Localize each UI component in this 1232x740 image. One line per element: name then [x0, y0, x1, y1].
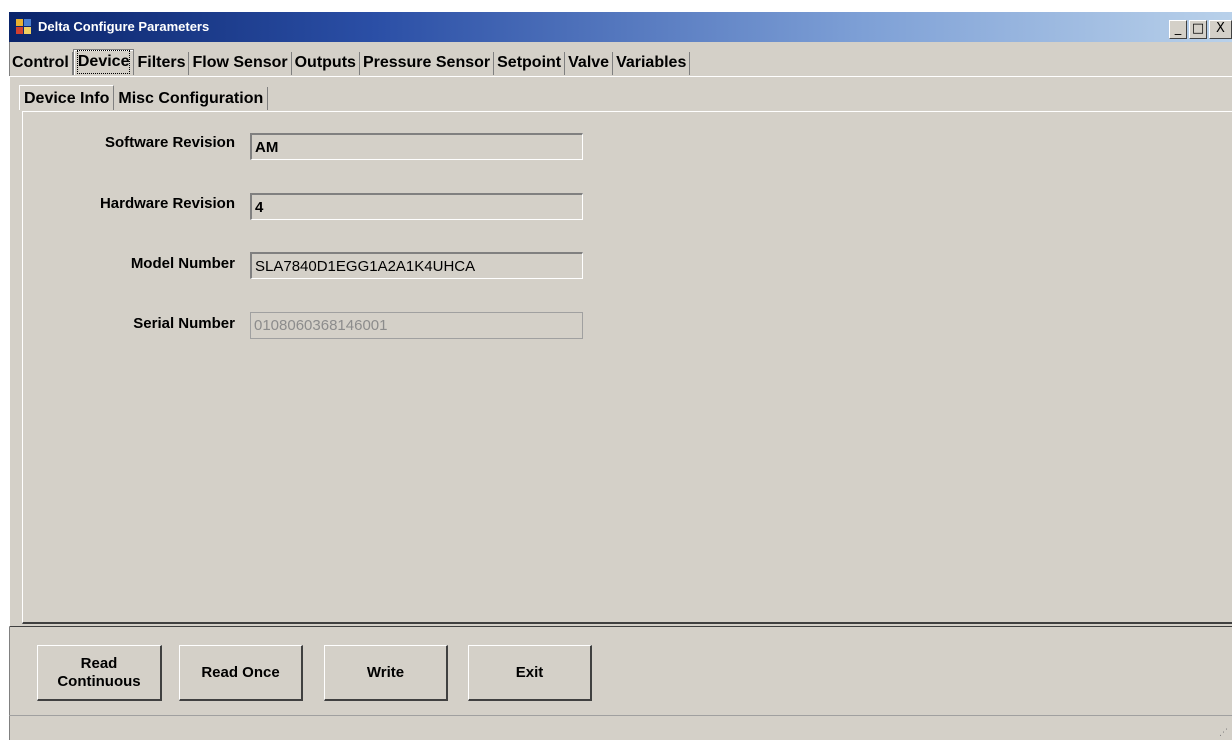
read-continuous-button[interactable]: Read Continuous: [37, 645, 162, 701]
tab-variables-label: Variables: [616, 54, 687, 71]
main-tab-strip: Control Device Filters Flow Sensor Outputs Pr…: [9, 49, 691, 76]
serial-number-field: 0108060368146001: [250, 312, 583, 339]
read-continuous-label-line1: Read: [80, 654, 118, 672]
software-revision-field[interactable]: AM: [250, 133, 583, 160]
minimize-button[interactable]: _: [1169, 20, 1187, 39]
read-once-button[interactable]: Read Once: [179, 645, 303, 701]
hardware-revision-label: Hardware Revision: [99, 195, 235, 212]
tab-device-label: Device: [76, 50, 131, 74]
tab-variables[interactable]: Variables: [613, 52, 691, 75]
tab-valve[interactable]: Valve: [565, 52, 614, 75]
subtab-device-info[interactable]: Device Info: [19, 85, 115, 110]
model-number-field[interactable]: SLA7840D1EGG1A2A1K4UHCA: [250, 252, 583, 279]
device-info-panel: Software Revision AM Hardware Revision 4…: [22, 111, 1232, 624]
tab-valve-label: Valve: [568, 54, 610, 71]
tab-outputs[interactable]: Outputs: [292, 52, 360, 75]
subtab-misc-configuration[interactable]: Misc Configuration: [114, 87, 269, 110]
software-revision-label: Software Revision: [104, 134, 235, 151]
resize-grip-icon[interactable]: ⋰: [1219, 728, 1228, 738]
exit-button[interactable]: Exit: [468, 645, 592, 701]
serial-number-label: Serial Number: [133, 315, 235, 332]
tab-filters-label: Filters: [137, 54, 186, 71]
write-button[interactable]: Write: [324, 645, 448, 701]
tab-flow-sensor[interactable]: Flow Sensor: [189, 52, 292, 75]
tab-flow-sensor-label: Flow Sensor: [192, 54, 288, 71]
window-title: Delta Configure Parameters: [38, 19, 210, 34]
title-bar[interactable]: Delta Configure Parameters _ □ X: [9, 12, 1232, 42]
tab-pressure-sensor-label: Pressure Sensor: [362, 54, 491, 71]
tab-setpoint-label: Setpoint: [497, 54, 562, 71]
tab-outputs-label: Outputs: [294, 54, 356, 71]
tab-control[interactable]: Control: [9, 52, 73, 75]
read-continuous-label-line2: Continuous: [57, 672, 141, 690]
app-window-icon: [16, 19, 32, 35]
app-window: Delta Configure Parameters _ □ X Control…: [9, 12, 1232, 740]
model-number-label: Model Number: [130, 255, 235, 272]
read-continuous-label: Read Continuous: [57, 655, 140, 691]
tab-pressure-sensor[interactable]: Pressure Sensor: [360, 52, 495, 75]
tab-device[interactable]: Device: [72, 49, 135, 75]
status-bar: ⋰: [9, 715, 1232, 740]
tab-setpoint[interactable]: Setpoint: [494, 52, 566, 75]
tab-control-label: Control: [12, 54, 69, 71]
sub-tab-strip: Device Info Misc Configuration: [19, 85, 269, 111]
hardware-revision-field[interactable]: 4: [250, 193, 583, 220]
tab-filters[interactable]: Filters: [134, 52, 190, 75]
close-button[interactable]: X: [1209, 20, 1232, 39]
maximize-button[interactable]: □: [1189, 20, 1207, 39]
